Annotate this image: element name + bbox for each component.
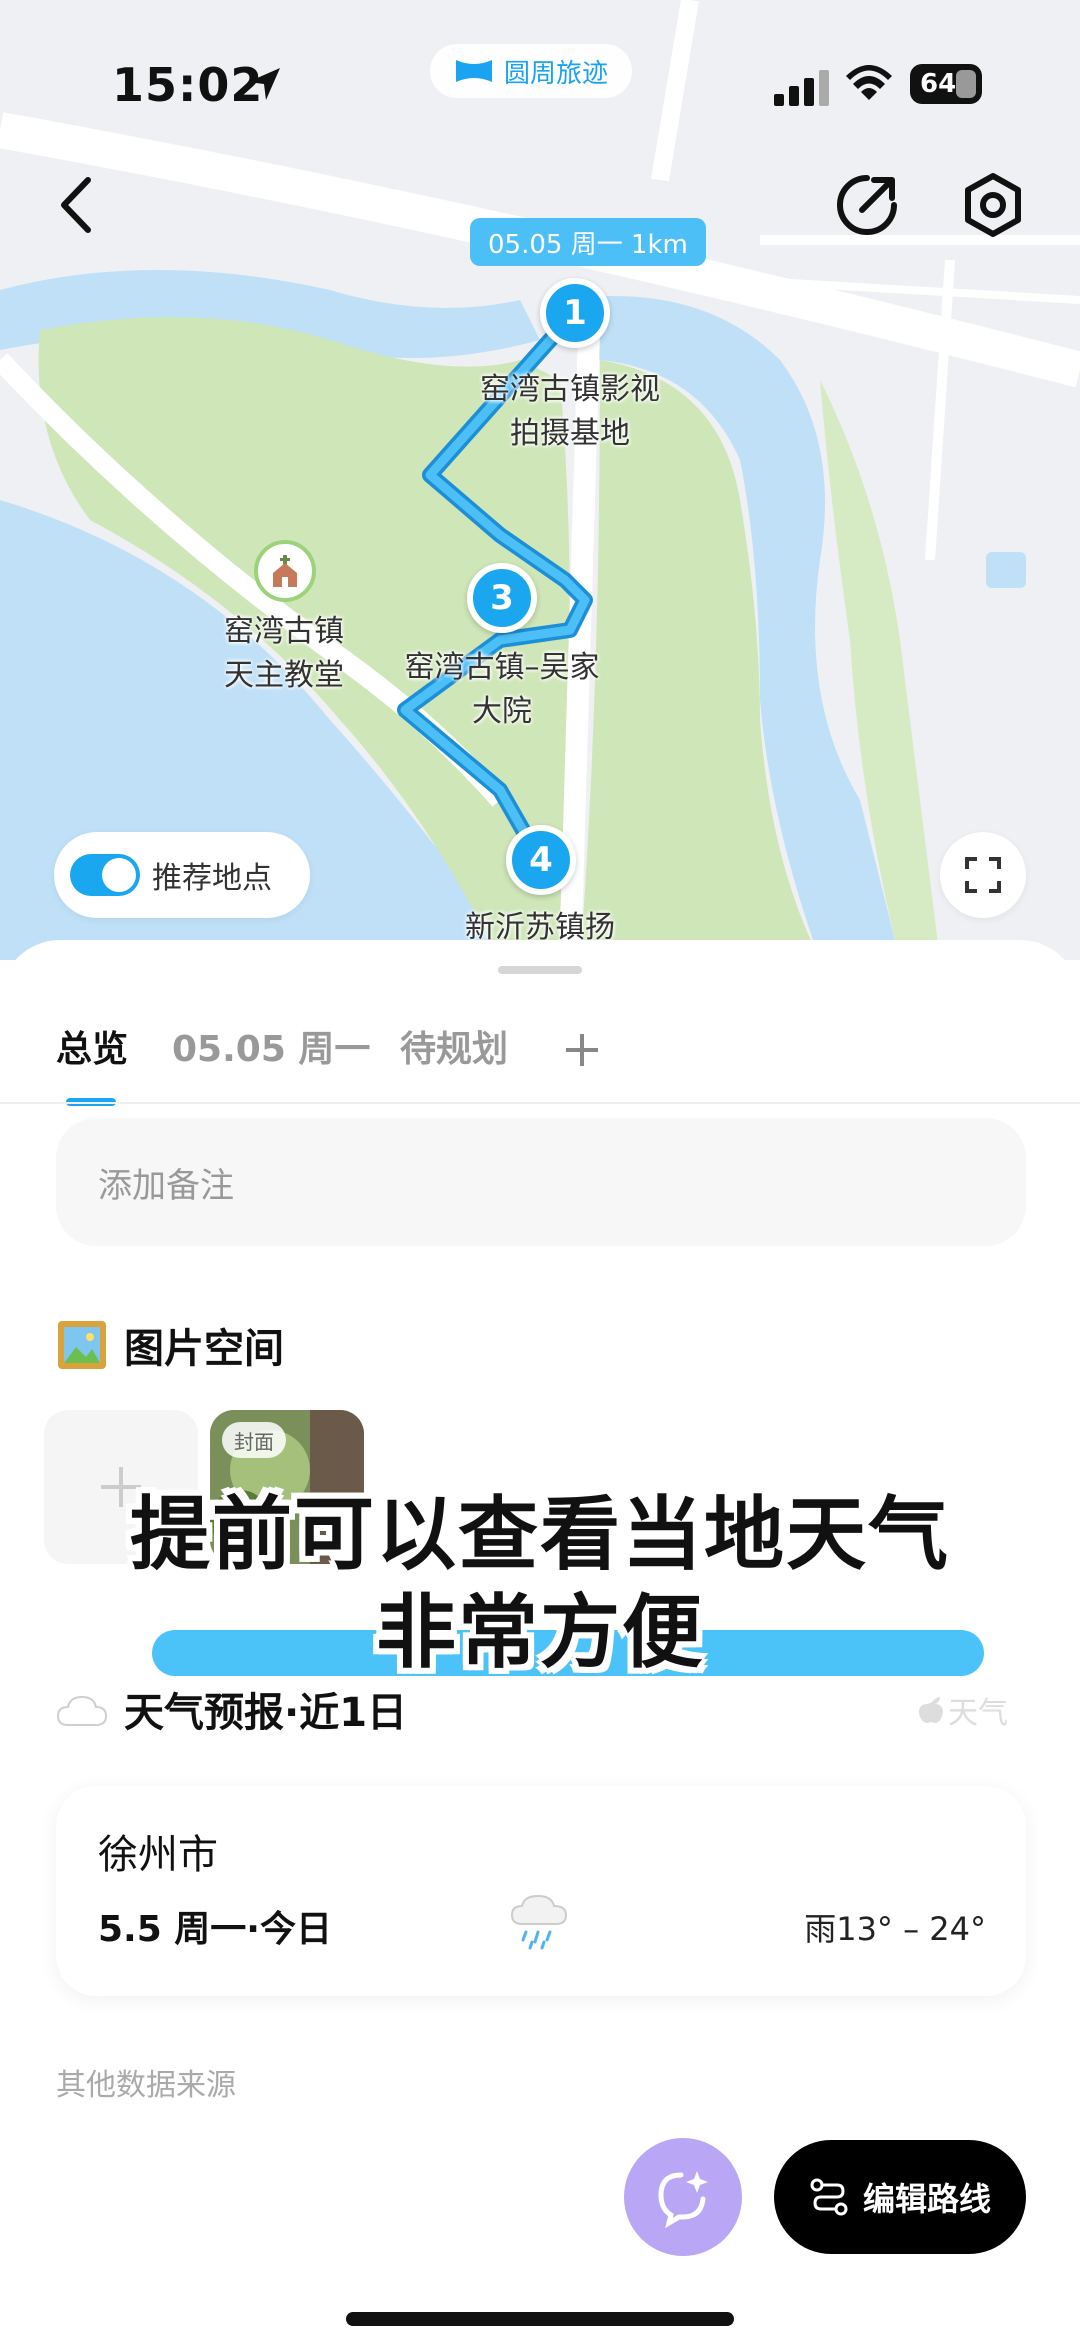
sheet-drag-handle[interactable] — [498, 966, 582, 974]
status-bar: 15:02 圆周旅迹 64 — [0, 0, 1080, 170]
picture-frame-icon — [58, 1321, 106, 1369]
poi-label-line2: 天主教堂 — [224, 658, 344, 693]
recommend-switch[interactable] — [70, 854, 140, 896]
share-icon[interactable] — [832, 170, 902, 240]
weather-city: 徐州市 — [98, 1832, 218, 1878]
poi-label-line1: 窑湾古镇 — [224, 614, 344, 649]
rain-icon — [510, 1894, 568, 1950]
map-marker-1[interactable]: 1 — [540, 278, 610, 348]
map-marker-4[interactable]: 4 — [506, 825, 576, 895]
poi-label: 窑湾古镇 天主教堂 — [194, 610, 374, 698]
tab-overview[interactable]: 总览 — [56, 1020, 128, 1072]
tab-divider — [0, 1102, 1080, 1104]
ai-assistant-button[interactable] — [624, 2138, 742, 2256]
marker-label-1-line2: 拍摄基地 — [510, 416, 630, 451]
edit-route-button[interactable]: 编辑路线 — [774, 2140, 1026, 2254]
tab-to-plan[interactable]: 待规划 — [400, 1020, 508, 1072]
marker-label-1: 窑湾古镇影视 拍摄基地 — [460, 368, 680, 456]
weather-day: 5.5 周一·今日 — [98, 1909, 332, 1950]
add-tab-plus-icon[interactable] — [562, 1030, 602, 1070]
settings-hexagon-icon[interactable] — [958, 170, 1028, 240]
marker-label-1-line1: 窑湾古镇影视 — [480, 372, 660, 407]
wifi-icon — [846, 65, 892, 100]
fullscreen-icon — [965, 857, 1001, 893]
cloud-icon — [56, 1695, 108, 1726]
battery-level: 64 — [920, 69, 957, 99]
cover-badge: 封面 — [222, 1422, 286, 1458]
weather-temperature: 雨13° – 24° — [804, 1910, 986, 1948]
weather-section-title: 天气预报·近1日 — [124, 1690, 408, 1736]
back-arrow-icon[interactable] — [52, 170, 102, 240]
weather-source-label: 天气 — [948, 1696, 1008, 1731]
home-indicator[interactable] — [346, 2312, 734, 2326]
app-badge[interactable]: 圆周旅迹 — [430, 44, 633, 98]
recommend-label: 推荐地点 — [152, 861, 272, 896]
tab-bar: 总览 05.05 周一 待规划 — [0, 1020, 1080, 1100]
photo-section-title: 图片空间 — [124, 1326, 284, 1372]
route-summary-tag: 05.05 周一 1km — [470, 218, 706, 266]
fullscreen-button[interactable] — [940, 832, 1026, 918]
app-logo-icon — [456, 60, 492, 82]
weather-section-header: 天气预报·近1日 — [56, 1680, 407, 1738]
weather-source: 天气 — [918, 1688, 1008, 1732]
church-poi[interactable] — [254, 540, 316, 602]
weather-card[interactable]: 徐州市 5.5 周一·今日 雨13° – 24° — [56, 1786, 1026, 1996]
marker-label-3-line2: 大院 — [472, 694, 532, 729]
route-icon — [810, 2178, 848, 2216]
add-note-input[interactable]: 添加备注 — [56, 1118, 1026, 1246]
church-icon — [273, 555, 297, 587]
battery-indicator: 64 — [910, 64, 982, 104]
marker-label-3-line1: 窑湾古镇–吴家 — [404, 650, 600, 685]
recommend-toggle[interactable]: 推荐地点 — [54, 832, 310, 918]
app-badge-label: 圆周旅迹 — [504, 58, 609, 89]
map-marker-3[interactable]: 3 — [467, 563, 537, 633]
marker-label-3: 窑湾古镇–吴家 大院 — [382, 646, 622, 734]
edit-route-label: 编辑路线 — [862, 2180, 991, 2218]
tab-day-0505[interactable]: 05.05 周一 — [172, 1020, 370, 1072]
cellular-signal-icon — [774, 70, 829, 106]
photo-section-header: 图片空间 — [56, 1316, 284, 1374]
status-time: 15:02 — [112, 58, 264, 112]
ai-chat-sparkle-icon — [658, 2171, 708, 2229]
caption-line-2: 非常方便 — [376, 1586, 704, 1679]
apple-logo-icon — [919, 1697, 943, 1723]
other-data-source[interactable]: 其他数据来源 — [56, 2060, 236, 2104]
map-view[interactable]: 15:02 圆周旅迹 64 05.05 周一 1km 1 窑湾古镇影视 拍摄基地… — [0, 0, 1080, 960]
location-arrow-icon — [248, 68, 280, 100]
